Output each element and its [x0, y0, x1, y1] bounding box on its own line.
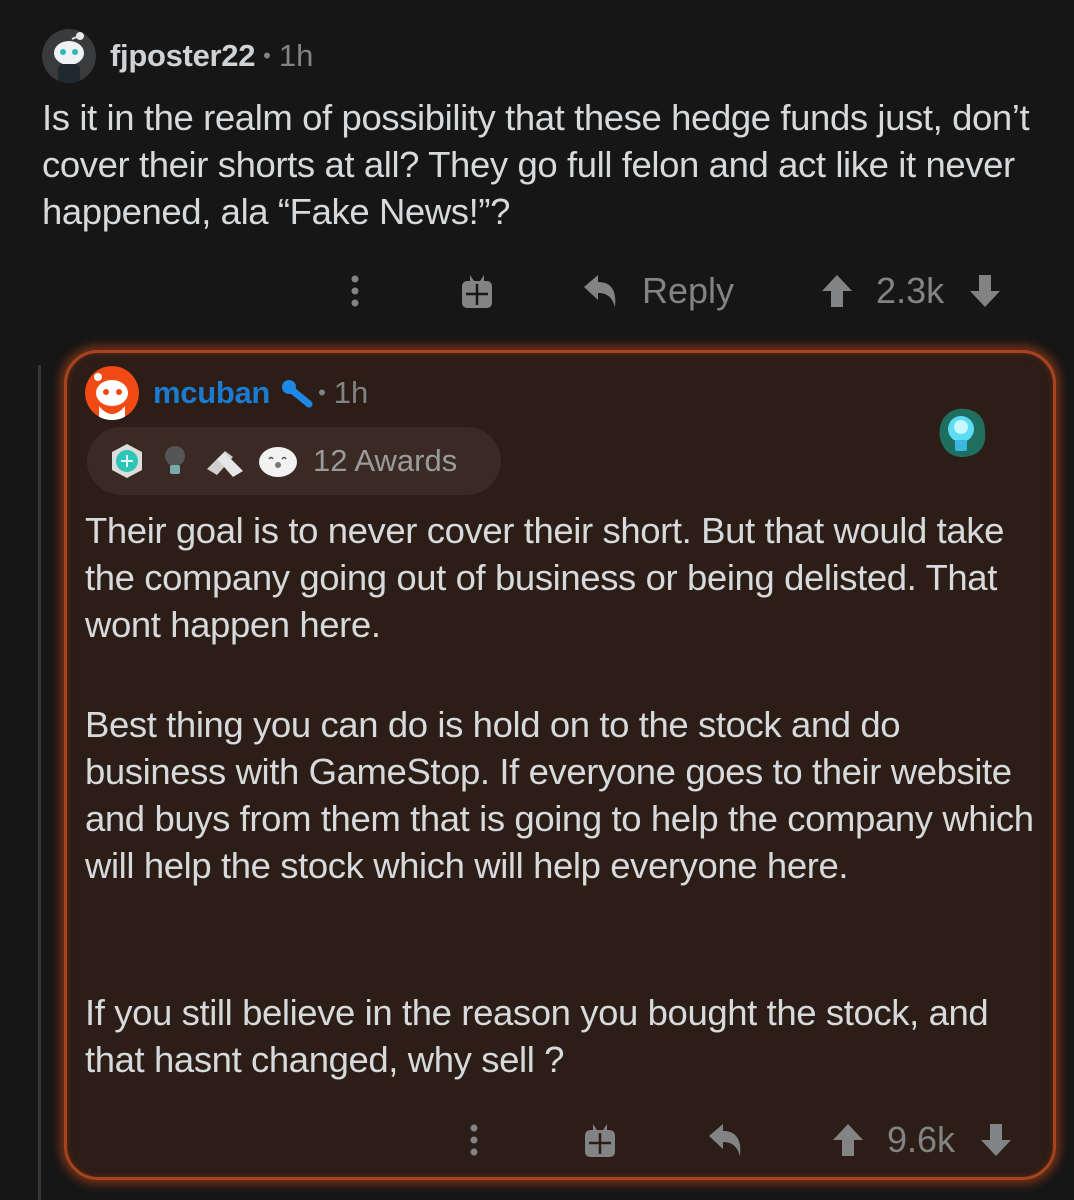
gift-icon[interactable]	[583, 1122, 617, 1158]
lightbulb-award-icon	[163, 444, 187, 478]
parent-action-bar: Reply 2.3k	[340, 266, 1002, 316]
seal-award-icon	[257, 443, 299, 479]
more-vertical-icon[interactable]	[340, 274, 370, 308]
comment-paragraph-2: Best thing you can do is hold on to the …	[85, 704, 1034, 886]
more-vertical-icon[interactable]	[459, 1123, 489, 1157]
reply-button[interactable]: Reply	[642, 270, 734, 312]
meta-separator: •	[263, 43, 271, 68]
gift-icon[interactable]	[460, 273, 494, 309]
comment-paragraph-3: If you still believe in the reason you b…	[85, 992, 989, 1080]
vote-score: 9.6k	[887, 1119, 956, 1160]
reply-comment-card: mcuban • 1h 12 Awards Their goal is to n…	[64, 350, 1056, 1180]
reply-arrow-icon[interactable]	[707, 1122, 745, 1158]
comment-meta: fjposter22 • 1h	[42, 28, 1052, 84]
moderator-badge-award-icon	[109, 442, 145, 480]
comment-meta: mcuban • 1h	[85, 365, 368, 421]
snoo-avatar-icon[interactable]	[42, 29, 96, 83]
awards-pill[interactable]: 12 Awards	[87, 427, 501, 495]
comment-paragraph-1: Their goal is to never cover their short…	[85, 510, 1004, 645]
snoo-avatar-icon[interactable]	[85, 366, 139, 420]
timestamp: 1h	[333, 375, 369, 410]
username[interactable]: fjposter22	[110, 38, 255, 74]
upvote-arrow-icon[interactable]	[820, 273, 854, 309]
meta-separator: •	[318, 380, 326, 405]
timestamp: 1h	[278, 38, 314, 73]
awards-count: 12 Awards	[313, 443, 458, 478]
upvote-arrow-icon[interactable]	[831, 1122, 865, 1158]
microphone-icon	[280, 378, 314, 408]
username[interactable]: mcuban	[153, 375, 270, 411]
vote-score: 2.3k	[876, 270, 945, 311]
reply-arrow-icon[interactable]	[582, 273, 620, 309]
handshake-award-icon	[203, 443, 247, 479]
downvote-arrow-icon[interactable]	[979, 1122, 1013, 1158]
parent-comment: fjposter22 • 1h Is it in the realm of po…	[42, 28, 1052, 235]
downvote-arrow-icon[interactable]	[968, 273, 1002, 309]
comment-body: Is it in the realm of possibility that t…	[42, 97, 1030, 232]
reply-action-bar: 9.6k	[459, 1115, 1013, 1165]
thread-line[interactable]	[38, 365, 41, 1200]
glowing-lightbulb-icon	[933, 405, 989, 472]
